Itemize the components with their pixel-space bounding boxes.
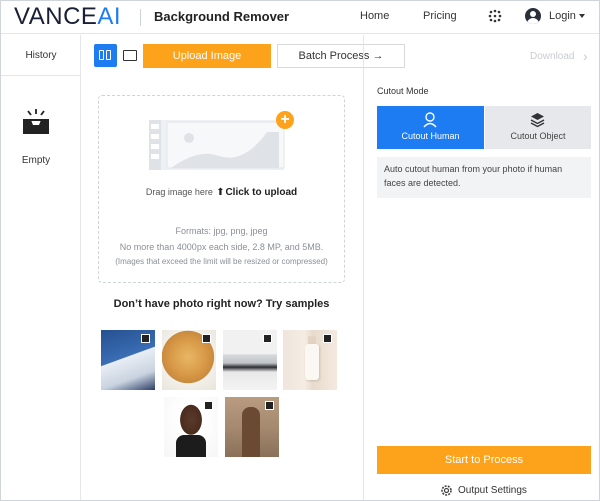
history-empty-label: Empty — [21, 155, 51, 166]
chevron-down-icon[interactable] — [579, 14, 585, 18]
nav-home-link[interactable]: Home — [360, 10, 389, 22]
sample-checkbox[interactable] — [202, 334, 211, 343]
woman-torso — [176, 435, 206, 457]
upload-icon: ⬆ — [216, 187, 225, 198]
sample-image-dog[interactable] — [162, 330, 216, 390]
cutout-human-option[interactable]: Cutout Human — [377, 106, 484, 149]
sample-checkbox[interactable] — [204, 401, 213, 410]
drag-instructions: Drag image here ⬆Click to upload — [99, 187, 344, 198]
history-title: History — [25, 50, 57, 61]
login-button[interactable]: Login — [549, 10, 576, 22]
upload-dropzone[interactable]: + Drag image here ⬆Click to upload Forma… — [98, 95, 345, 283]
apps-grid-icon[interactable] — [488, 9, 502, 23]
chevron-right-icon[interactable]: › — [583, 49, 588, 63]
output-settings-link[interactable]: Output Settings — [458, 485, 527, 496]
cutout-object-label: Cutout Object — [510, 131, 566, 141]
history-sidebar: History Empty — [1, 35, 81, 500]
header-divider — [140, 9, 141, 26]
sample-image-bottle[interactable] — [283, 330, 337, 390]
logo-text-accent: AI — [97, 3, 122, 30]
add-image-icon[interactable]: + — [276, 111, 294, 129]
resize-note: (Images that exceed the limit will be re… — [115, 257, 328, 266]
image-placeholder-icon — [149, 120, 285, 170]
sidebar-divider — [1, 75, 81, 76]
layers-icon — [530, 113, 545, 128]
start-process-button[interactable]: Start to Process — [377, 446, 591, 474]
empty-inbox-icon — [23, 109, 49, 134]
sample-image-sneaker[interactable] — [101, 330, 155, 390]
sample-checkbox[interactable] — [323, 334, 332, 343]
sample-image-woman[interactable] — [164, 397, 218, 457]
sample-image-car[interactable] — [223, 330, 277, 390]
batch-process-button[interactable]: Batch Process → — [277, 44, 405, 68]
logo-text-main: VANCE — [14, 3, 98, 30]
download-button[interactable]: Download — [530, 51, 574, 62]
grid-view-icon-part — [106, 50, 111, 60]
drag-text: Drag image here — [145, 187, 213, 197]
click-to-upload-link[interactable]: Click to upload — [225, 187, 297, 198]
gear-icon[interactable] — [440, 484, 453, 497]
app-title: Background Remover — [154, 9, 290, 24]
supported-formats: Formats: jpg, png, jpeg — [175, 226, 268, 236]
grid-view-icon — [99, 50, 104, 60]
man-figure — [242, 407, 260, 457]
nav-pricing-link[interactable]: Pricing — [423, 10, 457, 22]
cutout-human-label: Cutout Human — [401, 131, 460, 141]
sample-checkbox[interactable] — [141, 334, 150, 343]
single-view-toggle[interactable] — [118, 44, 141, 67]
user-avatar-icon[interactable] — [525, 8, 541, 24]
grid-view-toggle[interactable] — [94, 44, 117, 67]
cutout-mode-label: Cutout Mode — [377, 86, 429, 96]
sample-checkbox[interactable] — [265, 401, 274, 410]
single-view-icon — [123, 50, 137, 61]
sample-checkbox[interactable] — [263, 334, 272, 343]
size-limit: No more than 4000px each side, 2.8 MP, a… — [119, 242, 324, 252]
person-icon — [423, 112, 437, 128]
top-header: VANCEAI Background Remover Home Pricing … — [1, 1, 599, 34]
cutout-object-option[interactable]: Cutout Object — [485, 106, 591, 149]
cutout-mode-description: Auto cutout human from your photo if hum… — [377, 157, 591, 198]
sample-image-man[interactable] — [225, 397, 279, 457]
samples-title: Don’t have photo right now? Try samples — [113, 298, 330, 310]
panel-divider — [363, 35, 364, 500]
logo[interactable]: VANCEAI — [14, 3, 121, 31]
bottle-body — [305, 344, 319, 380]
upload-image-button[interactable]: Upload Image — [143, 44, 271, 68]
